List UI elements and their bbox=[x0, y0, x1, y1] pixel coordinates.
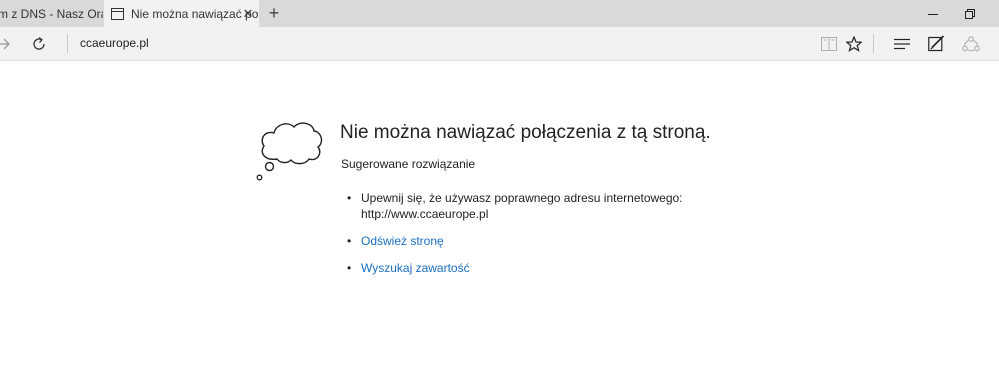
restore-icon bbox=[965, 8, 975, 19]
page-icon bbox=[111, 7, 124, 20]
suggestion-item-check-address: Upewnij się, że używasz poprawnego adres… bbox=[347, 190, 683, 222]
minimize-button[interactable] bbox=[918, 0, 948, 27]
star-icon bbox=[846, 35, 862, 52]
tab-active[interactable]: Nie można nawiązać po bbox=[104, 0, 259, 27]
tab-strip: m z DNS - Nasz Oran Nie można nawiązać p… bbox=[0, 0, 999, 27]
reading-view-button[interactable] bbox=[818, 27, 840, 60]
new-tab-button[interactable]: + bbox=[262, 0, 286, 27]
refresh-button[interactable] bbox=[28, 27, 50, 60]
forward-button[interactable] bbox=[0, 27, 14, 60]
tab-title: m z DNS - Nasz Oran bbox=[0, 6, 103, 21]
hub-button[interactable] bbox=[891, 27, 913, 60]
close-tab-button[interactable]: ✕ bbox=[239, 0, 257, 27]
web-note-button[interactable] bbox=[925, 27, 947, 60]
suggestion-list: Upewnij się, że używasz poprawnego adres… bbox=[347, 190, 683, 287]
share-button[interactable] bbox=[960, 27, 982, 60]
refresh-icon bbox=[33, 36, 45, 50]
minimize-icon bbox=[928, 13, 938, 15]
favorite-button[interactable] bbox=[843, 27, 865, 60]
error-subtitle: Sugerowane rozwiązanie bbox=[341, 157, 476, 171]
forward-arrow-icon bbox=[0, 38, 10, 49]
suggestion-text: Upewnij się, że używasz poprawnego adres… bbox=[361, 191, 683, 205]
suggestion-item-refresh: Odśwież stronę bbox=[347, 233, 683, 249]
error-title: Nie można nawiązać połączenia z tą stron… bbox=[340, 122, 711, 143]
thought-cloud-icon bbox=[256, 122, 323, 181]
address-bar[interactable]: ccaeurope.pl bbox=[80, 27, 149, 60]
book-icon bbox=[821, 36, 837, 51]
toolbar-separator bbox=[873, 34, 874, 53]
navigation-bar: ccaeurope.pl bbox=[0, 27, 999, 61]
refresh-page-link[interactable]: Odśwież stronę bbox=[361, 234, 444, 248]
tab-inactive[interactable]: m z DNS - Nasz Oran bbox=[0, 0, 103, 27]
hub-lines-icon bbox=[894, 38, 910, 49]
address-separator bbox=[67, 34, 68, 53]
restore-button[interactable] bbox=[955, 0, 985, 27]
search-content-link[interactable]: Wyszukaj zawartość bbox=[361, 261, 470, 275]
share-icon bbox=[962, 35, 980, 51]
pen-note-icon bbox=[927, 35, 944, 52]
suggested-url: http://www.ccaeurope.pl bbox=[361, 207, 489, 221]
suggestion-item-search: Wyszukaj zawartość bbox=[347, 260, 683, 276]
